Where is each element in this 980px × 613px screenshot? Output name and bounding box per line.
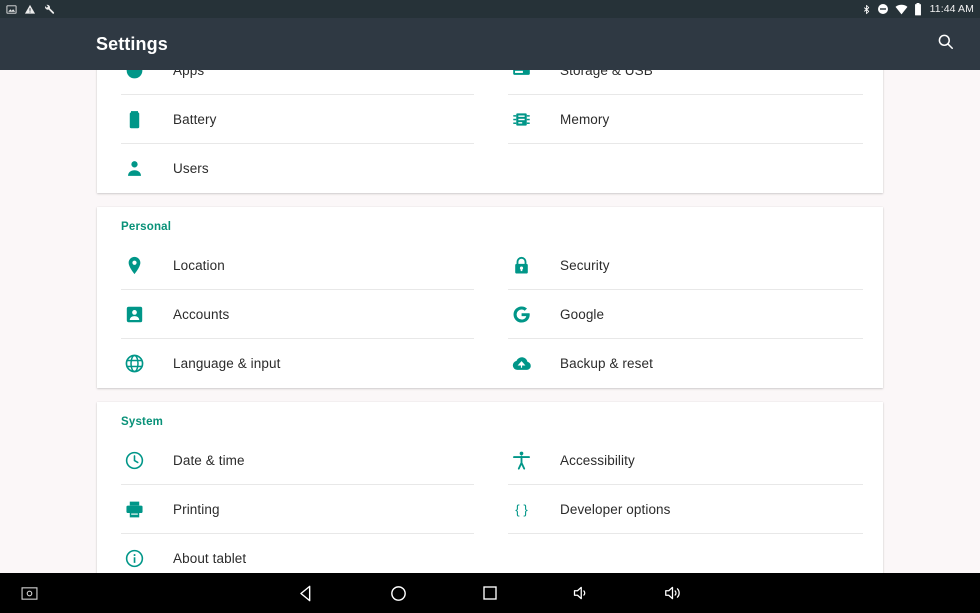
settings-column-right: Accessibility { } Developer options	[490, 436, 883, 573]
warning-triangle-icon	[24, 4, 36, 15]
wifi-icon	[895, 4, 908, 15]
volume-up-icon	[663, 584, 685, 602]
settings-row-label: Battery	[173, 112, 217, 127]
screenshot-button[interactable]	[12, 576, 46, 610]
info-circle-icon	[121, 546, 147, 572]
braces-icon: { }	[508, 497, 534, 523]
bluetooth-icon	[862, 3, 871, 16]
settings-row-label: Security	[560, 258, 610, 273]
settings-row-accounts[interactable]: Accounts	[97, 290, 490, 339]
settings-scroll-container[interactable]: Apps Battery Users Storage & USB Memory Perso…	[0, 18, 980, 573]
home-circle-icon	[389, 584, 408, 603]
printer-icon	[121, 497, 147, 523]
settings-row-security[interactable]: Security	[490, 241, 883, 290]
settings-row-language-input[interactable]: Language & input	[97, 339, 490, 388]
settings-row-backup-reset[interactable]: Backup & reset	[490, 339, 883, 388]
settings-row-label: Memory	[560, 112, 610, 127]
settings-row-google[interactable]: Google	[490, 290, 883, 339]
settings-row-date-time[interactable]: Date & time	[97, 436, 490, 485]
android-settings-screen: 11:44 AM Apps Battery Users Storage & USB Me…	[0, 0, 980, 613]
settings-row-label: Google	[560, 307, 605, 322]
settings-row-accessibility[interactable]: Accessibility	[490, 436, 883, 485]
settings-row-label: Language & input	[173, 356, 281, 371]
search-icon	[936, 32, 955, 56]
settings-row-label: Users	[173, 161, 209, 176]
navigation-bar-left	[12, 576, 46, 610]
search-button[interactable]	[928, 27, 962, 61]
volume-down-button[interactable]	[565, 576, 599, 610]
settings-row-memory[interactable]: Memory	[490, 95, 883, 144]
system-section: System Date & time Printing About tablet Acc…	[97, 402, 883, 573]
lock-icon	[508, 253, 534, 279]
settings-row-about-tablet[interactable]: About tablet	[97, 534, 490, 573]
cloud-upload-icon	[508, 351, 534, 377]
screenshot-icon	[6, 4, 17, 15]
navigation-bar	[0, 573, 980, 613]
recents-square-icon	[481, 584, 499, 602]
section-columns: Date & time Printing About tablet Accessibi…	[97, 436, 883, 573]
settings-row-label: About tablet	[173, 551, 247, 566]
settings-row-users[interactable]: Users	[97, 144, 490, 193]
svg-text:{ }: { }	[515, 502, 528, 517]
navigation-bar-buttons	[289, 576, 691, 610]
battery-icon	[914, 2, 922, 16]
section-header: System	[121, 416, 164, 428]
settings-cards: Apps Battery Users Storage & USB Memory Perso…	[0, 46, 980, 573]
home-button[interactable]	[381, 576, 415, 610]
settings-row-printing[interactable]: Printing	[97, 485, 490, 534]
section-header: Personal	[121, 221, 172, 233]
settings-row-location[interactable]: Location	[97, 241, 490, 290]
status-bar-right-icons: 11:44 AM	[862, 2, 974, 16]
globe-icon	[121, 351, 147, 377]
settings-row-developer-options[interactable]: { } Developer options	[490, 485, 883, 534]
settings-row-label: Accounts	[173, 307, 230, 322]
settings-row-label: Printing	[173, 502, 220, 517]
section-columns: Location Accounts Language & input Security…	[97, 241, 883, 388]
status-bar-clock: 11:44 AM	[929, 3, 974, 15]
settings-row-label: Date & time	[173, 453, 245, 468]
page-title: Settings	[96, 33, 168, 54]
settings-column-left: Location Accounts Language & input	[97, 241, 490, 388]
recents-button[interactable]	[473, 576, 507, 610]
settings-column-left: Date & time Printing About tablet	[97, 436, 490, 573]
app-bar-actions	[928, 27, 962, 61]
back-button[interactable]	[289, 576, 323, 610]
do-not-disturb-icon	[877, 3, 889, 15]
app-bar: Settings	[0, 18, 980, 70]
personal-section: Personal Location Accounts Language & input…	[97, 207, 883, 388]
status-bar-left-icons	[6, 3, 55, 15]
settings-column-right: Security Google Backup & reset	[490, 241, 883, 388]
accessibility-icon	[508, 448, 534, 474]
accounts-icon	[121, 302, 147, 328]
settings-row-label: Accessibility	[560, 453, 635, 468]
wrench-icon	[43, 3, 55, 15]
screenshot-icon	[20, 586, 38, 601]
google-g-icon	[508, 302, 534, 328]
battery-settings-icon	[121, 107, 147, 133]
settings-row-label: Developer options	[560, 502, 671, 517]
settings-row-label: Location	[173, 258, 225, 273]
volume-up-button[interactable]	[657, 576, 691, 610]
volume-down-icon	[572, 584, 592, 602]
memory-icon	[508, 107, 534, 133]
settings-row-label: Backup & reset	[560, 356, 653, 371]
settings-row-battery[interactable]: Battery	[97, 95, 490, 144]
users-icon	[121, 156, 147, 182]
back-triangle-icon	[297, 584, 316, 603]
status-bar: 11:44 AM	[0, 0, 980, 18]
clock-icon	[121, 448, 147, 474]
location-pin-icon	[121, 253, 147, 279]
